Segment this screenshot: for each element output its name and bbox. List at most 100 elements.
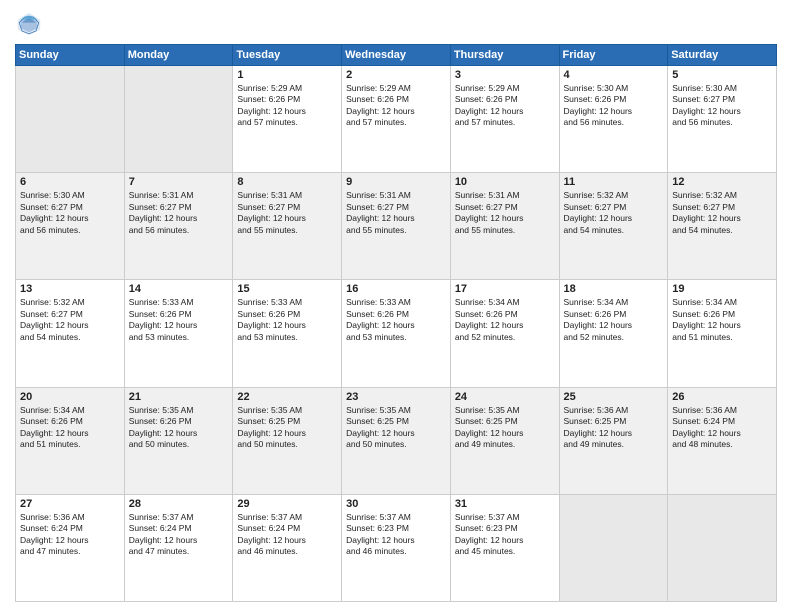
day-number: 5 [672,69,772,81]
calendar-cell: 4 Sunrise: 5:30 AM Sunset: 6:26 PM Daylig… [559,66,668,173]
calendar-cell: 14 Sunrise: 5:33 AM Sunset: 6:26 PM Dayli… [124,280,233,387]
day-number: 1 [237,69,337,81]
cell-info: Sunrise: 5:33 AM Sunset: 6:26 PM Dayligh… [346,297,446,343]
calendar-cell: 30 Sunrise: 5:37 AM Sunset: 6:23 PM Dayli… [342,494,451,601]
day-number: 6 [20,176,120,188]
cell-info: Sunrise: 5:35 AM Sunset: 6:25 PM Dayligh… [455,405,555,451]
cell-info: Sunrise: 5:37 AM Sunset: 6:23 PM Dayligh… [455,512,555,558]
weekday-header-row: SundayMondayTuesdayWednesdayThursdayFrid… [16,45,777,66]
calendar-cell: 21Sunrise: 5:35 AM Sunset: 6:26 PM Dayli… [124,387,233,494]
logo-icon [15,10,43,38]
weekday-header-saturday: Saturday [668,45,777,66]
day-number: 23 [346,391,446,403]
cell-info: Sunrise: 5:29 AM Sunset: 6:26 PM Dayligh… [237,83,337,129]
week-row-1: 1 Sunrise: 5:29 AM Sunset: 6:26 PM Daylig… [16,66,777,173]
cell-info: Sunrise: 5:31 AM Sunset: 6:27 PM Dayligh… [237,190,337,236]
header [15,10,777,38]
calendar-cell [668,494,777,601]
day-number: 11 [564,176,664,188]
calendar-cell [124,66,233,173]
calendar-cell: 19 Sunrise: 5:34 AM Sunset: 6:26 PM Dayli… [668,280,777,387]
cell-info: Sunrise: 5:30 AM Sunset: 6:27 PM Dayligh… [672,83,772,129]
cell-info: Sunrise: 5:29 AM Sunset: 6:26 PM Dayligh… [346,83,446,129]
week-row-4: 20 Sunrise: 5:34 AM Sunset: 6:26 PM Dayli… [16,387,777,494]
calendar-cell: 28 Sunrise: 5:37 AM Sunset: 6:24 PM Dayli… [124,494,233,601]
calendar-cell [559,494,668,601]
calendar-cell: 17 Sunrise: 5:34 AM Sunset: 6:26 PM Dayli… [450,280,559,387]
cell-info: Sunrise: 5:36 AM Sunset: 6:24 PM Dayligh… [672,405,772,451]
page: SundayMondayTuesdayWednesdayThursdayFrid… [0,0,792,612]
calendar-cell: 7Sunrise: 5:31 AM Sunset: 6:27 PM Daylig… [124,173,233,280]
weekday-header-tuesday: Tuesday [233,45,342,66]
day-number: 2 [346,69,446,81]
calendar-cell: 15Sunrise: 5:33 AM Sunset: 6:26 PM Dayli… [233,280,342,387]
day-number: 27 [20,498,120,510]
logo [15,10,47,38]
day-number: 19 [672,283,772,295]
day-number: 22 [237,391,337,403]
calendar-cell: 11 Sunrise: 5:32 AM Sunset: 6:27 PM Dayli… [559,173,668,280]
weekday-header-wednesday: Wednesday [342,45,451,66]
cell-info: Sunrise: 5:34 AM Sunset: 6:26 PM Dayligh… [455,297,555,343]
calendar-cell: 16 Sunrise: 5:33 AM Sunset: 6:26 PM Dayli… [342,280,451,387]
calendar-cell: 13 Sunrise: 5:32 AM Sunset: 6:27 PM Dayli… [16,280,125,387]
cell-info: Sunrise: 5:36 AM Sunset: 6:24 PM Dayligh… [20,512,120,558]
calendar-cell: 27 Sunrise: 5:36 AM Sunset: 6:24 PM Dayli… [16,494,125,601]
day-number: 14 [129,283,229,295]
day-number: 10 [455,176,555,188]
cell-info: Sunrise: 5:37 AM Sunset: 6:24 PM Dayligh… [129,512,229,558]
calendar-cell: 9Sunrise: 5:31 AM Sunset: 6:27 PM Daylig… [342,173,451,280]
cell-info: Sunrise: 5:35 AM Sunset: 6:26 PM Dayligh… [129,405,229,451]
calendar-cell [16,66,125,173]
day-number: 28 [129,498,229,510]
day-number: 4 [564,69,664,81]
day-number: 26 [672,391,772,403]
calendar-cell: 3Sunrise: 5:29 AM Sunset: 6:26 PM Daylig… [450,66,559,173]
week-row-2: 6 Sunrise: 5:30 AM Sunset: 6:27 PM Daylig… [16,173,777,280]
weekday-header-thursday: Thursday [450,45,559,66]
cell-info: Sunrise: 5:36 AM Sunset: 6:25 PM Dayligh… [564,405,664,451]
calendar-table: SundayMondayTuesdayWednesdayThursdayFrid… [15,44,777,602]
calendar-cell: 22 Sunrise: 5:35 AM Sunset: 6:25 PM Dayli… [233,387,342,494]
weekday-header-friday: Friday [559,45,668,66]
cell-info: Sunrise: 5:32 AM Sunset: 6:27 PM Dayligh… [564,190,664,236]
day-number: 17 [455,283,555,295]
cell-info: Sunrise: 5:35 AM Sunset: 6:25 PM Dayligh… [346,405,446,451]
cell-info: Sunrise: 5:30 AM Sunset: 6:27 PM Dayligh… [20,190,120,236]
day-number: 16 [346,283,446,295]
cell-info: Sunrise: 5:32 AM Sunset: 6:27 PM Dayligh… [672,190,772,236]
calendar-cell: 6 Sunrise: 5:30 AM Sunset: 6:27 PM Daylig… [16,173,125,280]
cell-info: Sunrise: 5:32 AM Sunset: 6:27 PM Dayligh… [20,297,120,343]
cell-info: Sunrise: 5:31 AM Sunset: 6:27 PM Dayligh… [455,190,555,236]
weekday-header-monday: Monday [124,45,233,66]
week-row-5: 27 Sunrise: 5:36 AM Sunset: 6:24 PM Dayli… [16,494,777,601]
cell-info: Sunrise: 5:37 AM Sunset: 6:24 PM Dayligh… [237,512,337,558]
calendar-cell: 8 Sunrise: 5:31 AM Sunset: 6:27 PM Daylig… [233,173,342,280]
day-number: 29 [237,498,337,510]
day-number: 15 [237,283,337,295]
day-number: 8 [237,176,337,188]
day-number: 20 [20,391,120,403]
cell-info: Sunrise: 5:31 AM Sunset: 6:27 PM Dayligh… [346,190,446,236]
cell-info: Sunrise: 5:34 AM Sunset: 6:26 PM Dayligh… [20,405,120,451]
day-number: 12 [672,176,772,188]
weekday-header-sunday: Sunday [16,45,125,66]
cell-info: Sunrise: 5:37 AM Sunset: 6:23 PM Dayligh… [346,512,446,558]
calendar-cell: 20 Sunrise: 5:34 AM Sunset: 6:26 PM Dayli… [16,387,125,494]
cell-info: Sunrise: 5:35 AM Sunset: 6:25 PM Dayligh… [237,405,337,451]
calendar-cell: 18 Sunrise: 5:34 AM Sunset: 6:26 PM Dayli… [559,280,668,387]
week-row-3: 13 Sunrise: 5:32 AM Sunset: 6:27 PM Dayli… [16,280,777,387]
cell-info: Sunrise: 5:34 AM Sunset: 6:26 PM Dayligh… [564,297,664,343]
cell-info: Sunrise: 5:33 AM Sunset: 6:26 PM Dayligh… [129,297,229,343]
calendar-cell: 12 Sunrise: 5:32 AM Sunset: 6:27 PM Dayli… [668,173,777,280]
cell-info: Sunrise: 5:31 AM Sunset: 6:27 PM Dayligh… [129,190,229,236]
day-number: 13 [20,283,120,295]
cell-info: Sunrise: 5:29 AM Sunset: 6:26 PM Dayligh… [455,83,555,129]
cell-info: Sunrise: 5:34 AM Sunset: 6:26 PM Dayligh… [672,297,772,343]
day-number: 18 [564,283,664,295]
cell-info: Sunrise: 5:30 AM Sunset: 6:26 PM Dayligh… [564,83,664,129]
calendar-cell: 29 Sunrise: 5:37 AM Sunset: 6:24 PM Dayli… [233,494,342,601]
calendar-cell: 31Sunrise: 5:37 AM Sunset: 6:23 PM Dayli… [450,494,559,601]
day-number: 30 [346,498,446,510]
calendar-cell: 24Sunrise: 5:35 AM Sunset: 6:25 PM Dayli… [450,387,559,494]
